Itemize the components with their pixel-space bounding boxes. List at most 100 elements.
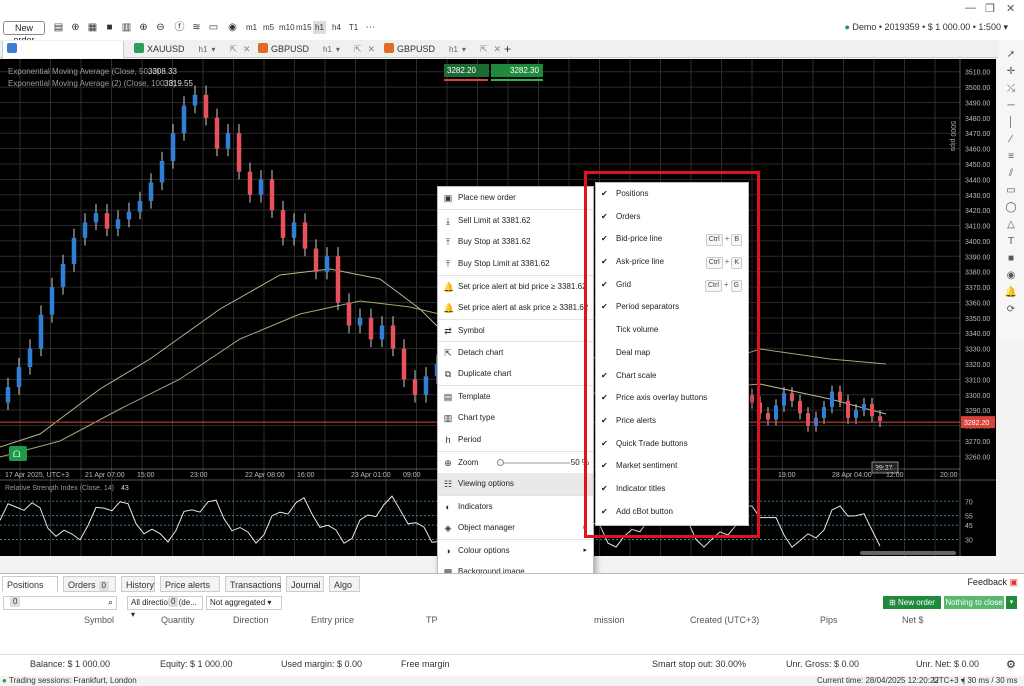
eye-icon[interactable]: ◉: [1004, 269, 1018, 283]
zoom-slider-handle[interactable]: [497, 459, 504, 466]
m15-icon[interactable]: m15: [296, 21, 312, 34]
chart-tab-2[interactable]: XAUUSD h1 ▾ ⇱ ✕: [130, 41, 252, 58]
cursor-icon[interactable]: ➚: [1004, 48, 1018, 62]
zoom-slider[interactable]: [500, 462, 570, 464]
workspace-icon[interactable]: ▭: [207, 21, 220, 34]
menu-item-label: Colour options: [458, 546, 510, 555]
replay-icon[interactable]: ⟳: [1004, 303, 1018, 317]
panel-tab-positions[interactable]: Positions 0: [2, 576, 58, 607]
add-tab-button[interactable]: +: [504, 41, 511, 58]
more-icon[interactable]: ⋯: [364, 21, 377, 34]
detach-tab-icon[interactable]: ⇱: [480, 44, 488, 54]
menu-item-zoom[interactable]: ⊕ Zoom 50 %: [438, 451, 593, 473]
ray-icon[interactable]: ⁄: [1004, 133, 1018, 147]
menu-item-sell-limit-at-3381-62[interactable]: ⤓ Sell Limit at 3381.62: [438, 209, 593, 231]
trend-tool-icon[interactable]: ⤯: [1004, 82, 1018, 96]
split-chart-icon[interactable]: ▥: [120, 21, 133, 34]
panel-tab-price-alerts[interactable]: Price alerts 0: [160, 576, 220, 607]
horizontal-line-icon[interactable]: ─: [1004, 99, 1018, 113]
column-header[interactable]: Created (UTC+3): [690, 615, 759, 625]
price-tick-label: 3470.00: [965, 131, 990, 138]
chart-tab-1[interactable]: XAUUSDh1▾⇱✕: [2, 41, 124, 71]
close-tab-icon[interactable]: ✕: [367, 44, 375, 54]
m5-icon[interactable]: m5: [262, 21, 275, 34]
menu-item-set-price-alert-at-ask-price-3381-62[interactable]: 🔔 Set price alert at ask price ≥ 3381.62: [438, 297, 593, 319]
column-header[interactable]: Pips: [820, 615, 838, 625]
top-toolbar: — ❐ ✕ New order ● Demo • 2019359 • $ 1 0…: [0, 0, 1024, 45]
column-header[interactable]: TP: [426, 615, 438, 625]
menu-item-buy-stop-at-3381-62[interactable]: ⤒ Buy Stop at 3381.62: [438, 231, 593, 253]
crosshair-icon[interactable]: ✛: [1004, 65, 1018, 79]
layers-icon[interactable]: ≋: [190, 21, 203, 34]
chevron-down-icon: ▾: [335, 45, 340, 54]
feedback-link[interactable]: Feedback ▣: [967, 577, 1018, 588]
menu-item-template[interactable]: ▤ Template: [438, 385, 593, 407]
facebook-icon[interactable]: ⓕ: [173, 21, 186, 34]
restore-icon[interactable]: ❐: [985, 2, 995, 15]
zoom-out-icon[interactable]: ⊖: [154, 21, 167, 34]
h1-icon[interactable]: h1: [313, 21, 326, 34]
panel-tab-orders[interactable]: Orders 0: [63, 576, 116, 592]
timezone-select[interactable]: UTC+3 ▾: [933, 676, 965, 685]
menu-item-chart-type[interactable]: ▥ Chart type: [438, 407, 593, 429]
column-header[interactable]: Symbol: [84, 615, 114, 625]
close-tab-icon[interactable]: ✕: [243, 44, 251, 54]
m10-icon[interactable]: m10: [279, 21, 295, 34]
menu-item-object-manager[interactable]: ◈ Object manager ▸: [438, 517, 593, 539]
fib-icon[interactable]: ≡: [1004, 150, 1018, 164]
menu-item-buy-stop-limit-at-3381-62[interactable]: ⤒ Buy Stop Limit at 3381.62: [438, 253, 593, 275]
rectangle-icon[interactable]: ▭: [1004, 184, 1018, 198]
menu-item-set-price-alert-at-bid-price-3381-62[interactable]: 🔔 Set price alert at bid price ≥ 3381.62: [438, 275, 593, 297]
column-header[interactable]: Quantity: [161, 615, 195, 625]
triangle-icon[interactable]: △: [1004, 218, 1018, 232]
column-header[interactable]: Entry price: [311, 615, 354, 625]
chart-icon[interactable]: ▤: [52, 21, 65, 34]
crosshair-icon[interactable]: ⊕: [69, 21, 82, 34]
menu-item-detach-chart[interactable]: ⇱ Detach chart: [438, 341, 593, 363]
minimize-icon[interactable]: —: [965, 2, 976, 14]
chart-tab-3[interactable]: GBPUSD h1 ▾ ⇱ ✕: [254, 41, 376, 58]
menu-item-colour-options[interactable]: ◑ Colour options ▸: [438, 539, 593, 561]
settings-icon[interactable]: ⚙: [1006, 658, 1016, 671]
panel-tab-algo[interactable]: Algo: [329, 576, 360, 592]
vertical-line-icon[interactable]: │: [1004, 116, 1018, 130]
panel-new-order-button[interactable]: ⊞ New order: [883, 596, 941, 609]
detach-tab-icon[interactable]: ⇱: [229, 44, 237, 54]
m1-icon[interactable]: m1: [245, 21, 258, 34]
aggregate-select[interactable]: Not aggregated ▾: [206, 596, 282, 610]
menu-item-period[interactable]: h Period: [438, 429, 593, 451]
color-swatch-icon[interactable]: ■: [1004, 252, 1018, 266]
menu-item-viewing-options[interactable]: ☷ Viewing options: [438, 473, 593, 495]
panel-tab-history[interactable]: History: [121, 576, 155, 592]
nothing-to-close-button[interactable]: Nothing to close: [944, 596, 1004, 609]
detach-tab-icon[interactable]: ⇱: [354, 44, 362, 54]
column-header[interactable]: mission: [594, 615, 625, 625]
close-tab-icon[interactable]: ✕: [493, 44, 501, 54]
latency-value: 30 ms / 30 ms: [967, 676, 1018, 685]
alert-icon[interactable]: 🔔: [1004, 286, 1018, 300]
layout-grid-icon[interactable]: ▦: [86, 21, 99, 34]
ellipse-icon[interactable]: ◯: [1004, 201, 1018, 215]
single-chart-icon[interactable]: ■: [103, 21, 116, 34]
chart-tab-4[interactable]: GBPUSD h1 ▾ ⇱ ✕: [380, 41, 502, 58]
close-dropdown-button[interactable]: ▾: [1006, 596, 1017, 609]
bull-candle: [137, 200, 143, 212]
column-header[interactable]: Direction: [233, 615, 269, 625]
menu-item-indicators[interactable]: ◐ Indicators: [438, 495, 593, 517]
new-order-button[interactable]: New order: [3, 21, 45, 45]
menu-item-symbol[interactable]: ⇄ Symbol: [438, 319, 593, 341]
text-icon[interactable]: T: [1004, 235, 1018, 249]
bear-candle: [790, 393, 794, 401]
column-header[interactable]: Net $: [902, 615, 924, 625]
menu-item-duplicate-chart[interactable]: ⧉ Duplicate chart: [438, 363, 593, 385]
zoom-in-icon[interactable]: ⊕: [137, 21, 150, 34]
h4-icon[interactable]: h4: [330, 21, 343, 34]
eye-icon[interactable]: ◉: [226, 21, 239, 34]
close-icon[interactable]: ✕: [1006, 2, 1015, 15]
tick-icon[interactable]: T1: [347, 21, 360, 34]
menu-item-place-new-order[interactable]: ▣ Place new order: [438, 187, 593, 209]
panel-tab-journal[interactable]: Journal: [286, 576, 324, 592]
channel-icon[interactable]: ⫽: [1004, 167, 1018, 181]
panel-tab-transactions[interactable]: Transactions: [225, 576, 281, 592]
account-info[interactable]: ● Demo • 2019359 • $ 1 000.00 • 1:500 ▾: [844, 22, 1008, 33]
